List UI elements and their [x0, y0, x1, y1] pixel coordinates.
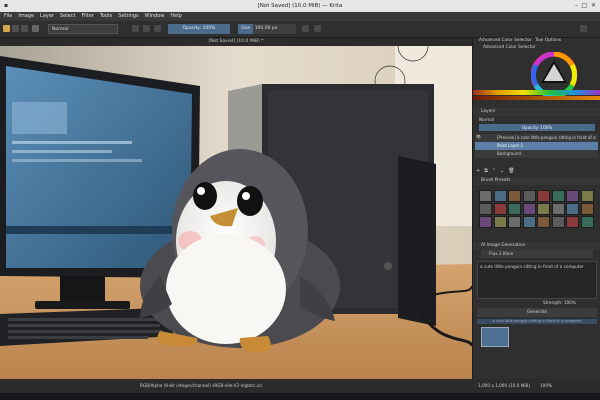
- tab-advanced-color-selector[interactable]: Advanced Color Selector: [479, 38, 532, 43]
- preserve-alpha-icon[interactable]: [143, 25, 150, 32]
- canvas[interactable]: [0, 46, 472, 379]
- hue-strip[interactable]: [473, 90, 600, 95]
- layer-visibility-icon[interactable]: 👁: [476, 134, 481, 139]
- brush-preset-tile[interactable]: [566, 216, 579, 228]
- brush-preset-tile[interactable]: [522, 190, 536, 202]
- menu-file[interactable]: File: [4, 12, 12, 21]
- ai-model-select[interactable]: Flux 2 Klein: [481, 250, 593, 258]
- move-down-icon[interactable]: ⌄: [500, 168, 504, 174]
- layers-header: Layers: [473, 108, 600, 116]
- brush-preset-tile[interactable]: [551, 190, 565, 202]
- size-slider[interactable]: Size 100.00 px: [238, 24, 296, 34]
- brush-preset-tile[interactable]: [580, 216, 594, 228]
- tab-tool-options[interactable]: Tool Options: [535, 38, 561, 43]
- blend-mode-select[interactable]: Normal: [48, 24, 118, 34]
- brush-preset-tile[interactable]: [493, 190, 507, 202]
- ai-generation-header: AI Image Generation: [473, 242, 600, 250]
- delete-layer-icon[interactable]: 🗑: [508, 168, 514, 174]
- window-title-bar: [Not Saved] (10.0 MiB) — Krita ▪ – □ ✕: [0, 0, 600, 12]
- save-document-icon[interactable]: [21, 25, 28, 32]
- layer-row-preview[interactable]: [Preview] a cute little penguin sitting …: [475, 134, 598, 148]
- menu-help[interactable]: Help: [170, 12, 181, 21]
- menu-image[interactable]: Image: [18, 12, 34, 21]
- color-profile-info: RGB/Alpha (8-bit integer/channel) sRGB-e…: [140, 383, 263, 388]
- brush-preset-tile[interactable]: [508, 190, 521, 202]
- layer-opacity-slider[interactable]: Opacity: 100%: [479, 124, 595, 131]
- mirror-icon[interactable]: [302, 25, 309, 32]
- layer-actions-bar: + ⧉ ⌃ ⌄ 🗑: [476, 168, 596, 174]
- brush-preset-tile[interactable]: [479, 190, 492, 202]
- reload-preset-icon[interactable]: [154, 25, 161, 32]
- canvas-image: [0, 46, 472, 379]
- brush-preset-tile[interactable]: [580, 203, 594, 215]
- window-title: [Not Saved] (10.0 MiB) — Krita: [257, 3, 343, 9]
- prompt-input[interactable]: a cute little penguin sitting in front o…: [477, 261, 597, 299]
- add-layer-icon[interactable]: +: [476, 168, 480, 174]
- menu-select[interactable]: Select: [60, 12, 75, 21]
- duplicate-layer-icon[interactable]: ⧉: [484, 168, 488, 174]
- wrap-around-icon[interactable]: [314, 25, 321, 32]
- gradient-swatch-icon[interactable]: [32, 25, 39, 32]
- move-up-icon[interactable]: ⌃: [492, 168, 496, 174]
- brush-preset-tile[interactable]: [551, 203, 565, 215]
- menu-window[interactable]: Window: [145, 12, 165, 21]
- minimize-button[interactable]: –: [575, 0, 578, 12]
- brush-presets-header: Brush Presets: [473, 177, 600, 185]
- close-button[interactable]: ✕: [591, 0, 596, 12]
- brush-preset-tile[interactable]: [493, 216, 507, 228]
- bottom-strip: [0, 393, 600, 400]
- brush-preset-tile[interactable]: [479, 216, 492, 228]
- strength-slider[interactable]: Strength: 100%: [543, 300, 576, 305]
- history-thumbnail[interactable]: [481, 327, 509, 347]
- value-strip[interactable]: [473, 96, 600, 100]
- layer-row-background[interactable]: Background: [475, 150, 598, 158]
- layer-row-paint-layer-1[interactable]: Paint Layer 1: [475, 142, 598, 150]
- maximize-button[interactable]: □: [581, 0, 587, 12]
- brush-preset-grid: [479, 190, 599, 240]
- brush-preset-tile[interactable]: [522, 216, 536, 228]
- brush-preset-tile[interactable]: [537, 216, 550, 228]
- right-docker: Advanced Color Selector Tool Options Adv…: [472, 38, 600, 379]
- brush-preset-tile[interactable]: [551, 216, 565, 228]
- color-selector-subtitle: Advanced Color Selector: [483, 45, 536, 50]
- status-bar: RGB/Alpha (8-bit integer/channel) sRGB-e…: [0, 379, 600, 393]
- eraser-icon[interactable]: [132, 25, 139, 32]
- image-dimensions: 1,000 x 1,000 (10.0 MiB): [478, 383, 531, 388]
- brush-preset-tile[interactable]: [493, 203, 507, 215]
- open-document-icon[interactable]: [12, 25, 19, 32]
- brush-preset-tile[interactable]: [537, 190, 550, 202]
- menu-bar: File Image Layer Select Filter Tools Set…: [0, 12, 600, 21]
- brush-preset-tile[interactable]: [522, 203, 536, 215]
- layer-blend-mode[interactable]: Normal: [479, 117, 494, 122]
- new-document-icon[interactable]: [3, 25, 10, 32]
- brush-preset-tile[interactable]: [537, 203, 550, 215]
- menu-layer[interactable]: Layer: [40, 12, 54, 21]
- zoom-level[interactable]: 100%: [540, 379, 552, 393]
- workspace-icon[interactable]: [580, 25, 587, 32]
- document-tab[interactable]: [Not Saved] (10.0 MiB) *: [0, 38, 472, 46]
- brush-preset-tile[interactable]: [566, 203, 579, 215]
- brush-preset-tile[interactable]: [479, 203, 492, 215]
- brush-preset-tile[interactable]: [508, 203, 521, 215]
- menu-filter[interactable]: Filter: [81, 12, 93, 21]
- toolbar: Normal Opacity: 100% Size 100.00 px: [0, 21, 600, 38]
- app-menu-icon[interactable]: ▪: [4, 0, 8, 12]
- brush-preset-tile[interactable]: [508, 216, 521, 228]
- menu-tools[interactable]: Tools: [100, 12, 112, 21]
- opacity-slider[interactable]: Opacity: 100%: [168, 24, 230, 34]
- brush-preset-tile[interactable]: [566, 190, 579, 202]
- brush-preset-tile[interactable]: [580, 190, 594, 202]
- menu-settings[interactable]: Settings: [118, 12, 139, 21]
- generate-button[interactable]: Generate: [477, 308, 597, 317]
- history-item-label: a cute little penguin sitting in front o…: [477, 319, 597, 324]
